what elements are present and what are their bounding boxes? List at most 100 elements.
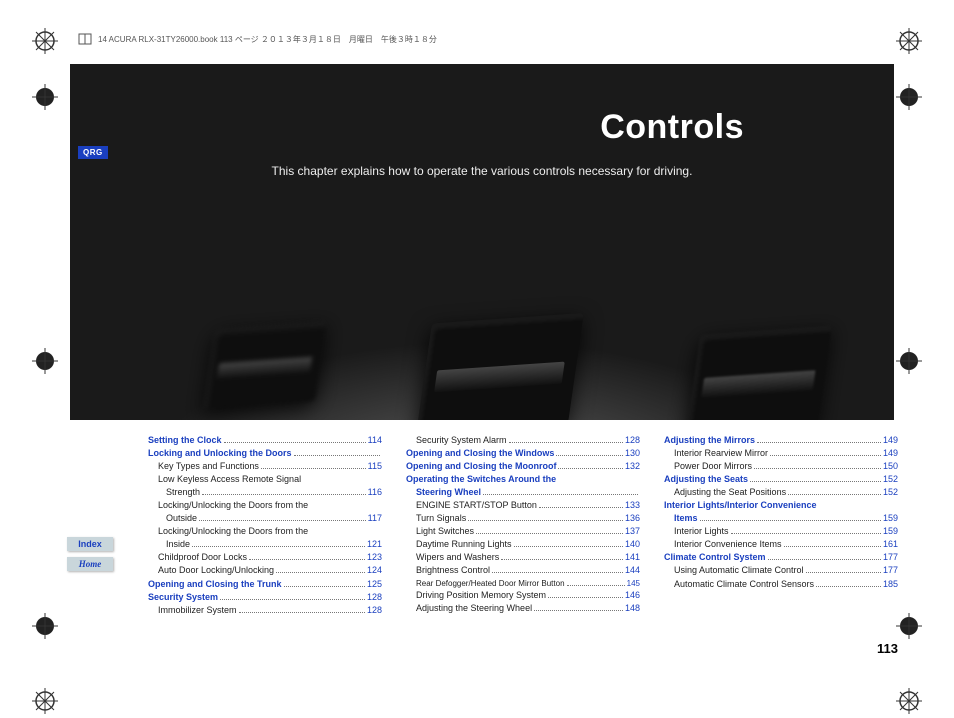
toc-label: Items [674,512,698,525]
toc-entry[interactable]: Wipers and Washers141 [406,551,640,564]
toc-label: Power Door Mirrors [674,460,752,473]
toc-entry[interactable]: Outside117 [148,512,382,525]
toc-leader-dots [284,586,365,587]
toc-entry[interactable]: Childproof Door Locks123 [148,551,382,564]
toc-page: 115 [368,460,382,473]
toc-leader-dots [806,572,881,573]
toc-entry[interactable]: Locking/Unlocking the Doors from the [148,525,382,538]
toc-entry[interactable]: Security System128 [148,591,382,604]
toc-entry[interactable]: Interior Rearview Mirror149 [664,447,898,460]
toc-label: Adjusting the Seat Positions [674,486,786,499]
book-icon [78,32,92,46]
toc-label: Locking/Unlocking the Doors from the [158,499,308,512]
toc-page: 148 [625,602,640,615]
toc-page: 125 [367,578,382,591]
trace-text: 14 ACURA RLX-31TY26000.book 113 ページ ２０１３… [98,34,437,45]
toc-entry[interactable]: Locking/Unlocking the Doors from the [148,499,382,512]
toc-label: Operating the Switches Around the [406,473,556,486]
toc-label: Opening and Closing the Moonroof [406,460,556,473]
toc-leader-dots [784,546,881,547]
toc-label: Low Keyless Access Remote Signal [158,473,301,486]
toc-page: 152 [883,486,898,499]
toc-entry[interactable]: Key Types and Functions115 [148,460,382,473]
toc-entry[interactable]: Security System Alarm128 [406,434,640,447]
toc-label: Brightness Control [416,564,490,577]
toc-entry[interactable]: Strength116 [148,486,382,499]
index-button[interactable]: Index [67,537,113,551]
qrg-badge[interactable]: QRG [78,146,108,159]
toc-page: 124 [367,564,382,577]
toc-entry[interactable]: Items 159 [664,512,898,525]
toc-entry[interactable]: Interior Lights/Interior Convenience [664,499,898,512]
toc-entry[interactable]: Adjusting the Seat Positions 152 [664,486,898,499]
toc-label: Adjusting the Steering Wheel [416,602,532,615]
toc-label: Opening and Closing the Trunk [148,578,282,591]
toc-entry[interactable]: Using Automatic Climate Control177 [664,564,898,577]
toc-entry[interactable]: Operating the Switches Around the [406,473,640,486]
toc-entry[interactable]: Turn Signals136 [406,512,640,525]
toc-leader-dots [567,585,625,586]
toc-page: 150 [883,460,898,473]
toc-leader-dots [239,612,365,613]
toc-entry[interactable]: Daytime Running Lights140 [406,538,640,551]
toc-label: ENGINE START/STOP Button [416,499,537,512]
toc-page: 128 [367,604,382,617]
crop-mark-icon [32,28,58,54]
toc-entry[interactable]: Climate Control System 177 [664,551,898,564]
toc-page: 145 [627,578,640,590]
crop-mark-icon [896,348,922,374]
toc-leader-dots [249,559,365,560]
toc-leader-dots [700,520,881,521]
toc-label: Locking/Unlocking the Doors from the [158,525,308,538]
toc-entry[interactable]: ENGINE START/STOP Button133 [406,499,640,512]
toc-entry[interactable]: Locking and Unlocking the Doors [148,447,382,460]
toc-entry[interactable]: Adjusting the Mirrors149 [664,434,898,447]
toc-entry[interactable]: Adjusting the Steering Wheel 148 [406,602,640,615]
toc-entry[interactable]: Opening and Closing the Trunk 125 [148,578,382,591]
toc-entry[interactable]: Power Door Mirrors 150 [664,460,898,473]
toc-leader-dots [816,586,881,587]
print-trace: 14 ACURA RLX-31TY26000.book 113 ページ ２０１３… [78,32,437,46]
toc-entry[interactable]: Rear Defogger/Heated Door Mirror Button1… [406,578,640,590]
toc-label: Immobilizer System [158,604,237,617]
toc-entry[interactable]: Setting the Clock 114 [148,434,382,447]
toc-entry[interactable]: Immobilizer System 128 [148,604,382,617]
toc-entry[interactable]: Automatic Climate Control Sensors185 [664,578,898,591]
toc-entry[interactable]: Opening and Closing the Moonroof132 [406,460,640,473]
toc-leader-dots [509,442,623,443]
toc-entry[interactable]: Opening and Closing the Windows130 [406,447,640,460]
toc-label: Setting the Clock [148,434,222,447]
toc-leader-dots [202,494,366,495]
toc-page: 121 [367,538,382,551]
toc-page: 114 [368,434,382,447]
toc-entry[interactable]: Auto Door Locking/Unlocking124 [148,564,382,577]
toc-page: 177 [883,551,898,564]
crop-mark-icon [896,28,922,54]
toc-leader-dots [192,546,365,547]
toc-page: 159 [883,512,898,525]
toc-label: Climate Control System [664,551,766,564]
toc-entry[interactable]: Steering Wheel [406,486,640,499]
toc-entry[interactable]: Light Switches137 [406,525,640,538]
toc-entry[interactable]: Interior Convenience Items161 [664,538,898,551]
toc-page: 146 [625,589,640,602]
toc-label: Interior Rearview Mirror [674,447,768,460]
toc-page: 116 [368,486,382,499]
toc-leader-dots [294,455,380,456]
toc-column: Security System Alarm128Opening and Clos… [406,434,640,617]
toc-page: 141 [625,551,640,564]
toc-entry[interactable]: Interior Lights159 [664,525,898,538]
toc-entry[interactable]: Brightness Control144 [406,564,640,577]
toc-entry[interactable]: Low Keyless Access Remote Signal [148,473,382,486]
toc-leader-dots [731,533,881,534]
toc-entry[interactable]: Inside121 [148,538,382,551]
toc-page: 130 [625,447,640,460]
toc-entry[interactable]: Driving Position Memory System146 [406,589,640,602]
toc-entry[interactable]: Adjusting the Seats152 [664,473,898,486]
toc-page: 128 [367,591,382,604]
rocker-switch-icon [204,321,327,408]
home-button[interactable]: Home [67,557,113,571]
toc-label: Steering Wheel [416,486,481,499]
toc-leader-dots [548,597,623,598]
toc-page: 149 [883,434,898,447]
